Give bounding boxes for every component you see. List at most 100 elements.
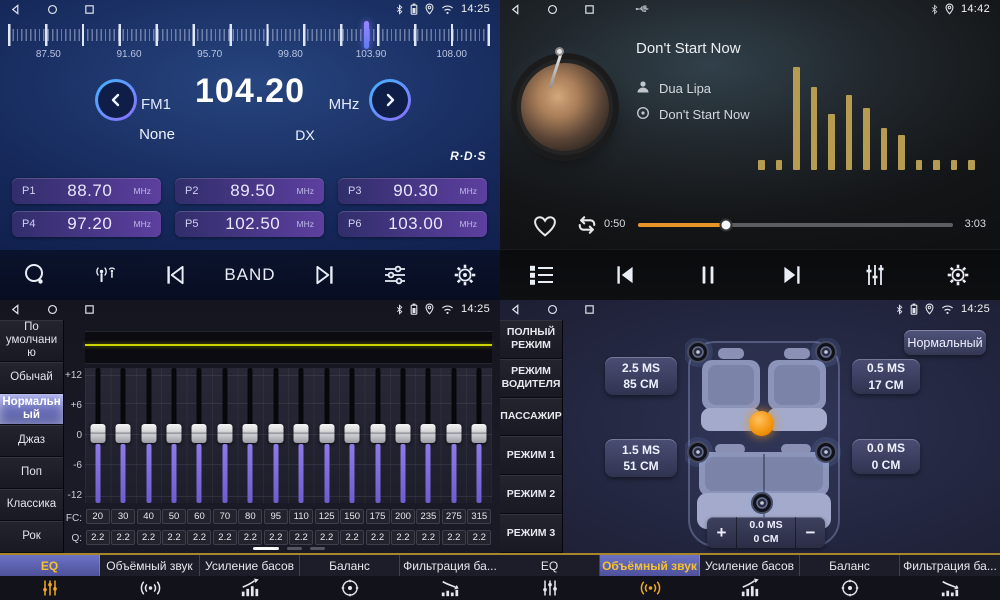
eq-preset-item[interactable]: Нормальный <box>0 394 63 426</box>
eq-band-slider[interactable] <box>441 368 466 503</box>
decrease-delay-button[interactable]: − <box>795 517 825 548</box>
bottom-tab[interactable]: Фильтрация ба... <box>900 555 1000 600</box>
tuner-dial[interactable] <box>8 24 492 46</box>
bottom-tab[interactable]: Баланс <box>300 555 400 600</box>
eq-band-slider[interactable] <box>289 368 314 503</box>
bottom-tab[interactable]: EQ <box>0 555 100 600</box>
audio-mode-item[interactable]: ПАССАЖИР <box>500 398 562 437</box>
page-dot[interactable] <box>253 547 279 550</box>
audio-mode-item[interactable]: РЕЖИМ 1 <box>500 436 562 475</box>
nav-back-icon[interactable] <box>10 304 21 315</box>
scan-button[interactable] <box>15 255 55 295</box>
eq-button[interactable] <box>855 255 895 295</box>
slider-knob[interactable] <box>116 424 131 443</box>
slider-knob[interactable] <box>294 424 309 443</box>
next-station-button[interactable] <box>305 255 345 295</box>
slider-knob[interactable] <box>192 424 207 443</box>
settings-button[interactable] <box>938 255 978 295</box>
prev-station-button[interactable] <box>155 255 195 295</box>
nav-home-icon[interactable] <box>547 4 558 15</box>
slider-knob[interactable] <box>268 424 283 443</box>
eq-preset-item[interactable]: Классика <box>0 489 63 521</box>
radio-preset-button[interactable]: P6 103.00 MHz <box>338 211 487 237</box>
slider-knob[interactable] <box>472 424 487 443</box>
audio-settings-button[interactable] <box>375 255 415 295</box>
slider-knob[interactable] <box>421 424 436 443</box>
broadcast-button[interactable] <box>85 255 125 295</box>
eq-band-slider[interactable] <box>136 368 161 503</box>
listener-position-dot[interactable] <box>749 411 774 436</box>
bottom-tab[interactable]: Фильтрация ба... <box>400 555 500 600</box>
eq-band-slider[interactable] <box>161 368 186 503</box>
radio-preset-button[interactable]: P5 102.50 MHz <box>175 211 324 237</box>
bottom-tab[interactable]: Усиление басов <box>200 555 300 600</box>
slider-knob[interactable] <box>345 424 360 443</box>
radio-preset-button[interactable]: P3 90.30 MHz <box>338 178 487 204</box>
eq-preset-item[interactable]: По умолчанию <box>0 320 63 362</box>
eq-band-slider[interactable] <box>467 368 492 503</box>
radio-preset-button[interactable]: P2 89.50 MHz <box>175 178 324 204</box>
nav-recents-icon[interactable] <box>584 4 595 15</box>
eq-preset-item[interactable]: Поп <box>0 457 63 489</box>
nav-recents-icon[interactable] <box>584 304 595 315</box>
delay-rear-right-button[interactable]: 0.0 MS 0 CM <box>852 439 920 474</box>
bottom-tab[interactable]: Объёмный звук <box>600 555 700 600</box>
playlist-button[interactable] <box>522 255 562 295</box>
slider-knob[interactable] <box>217 424 232 443</box>
favorite-button[interactable] <box>530 212 560 240</box>
prev-track-button[interactable] <box>605 255 645 295</box>
page-dot[interactable] <box>287 547 302 550</box>
eq-preset-item[interactable]: Рок <box>0 521 63 553</box>
nav-back-icon[interactable] <box>10 4 21 15</box>
eq-band-slider[interactable] <box>110 368 135 503</box>
eq-band-slider[interactable] <box>365 368 390 503</box>
slider-knob[interactable] <box>446 424 461 443</box>
eq-band-slider[interactable] <box>416 368 441 503</box>
radio-preset-button[interactable]: P4 97.20 MHz <box>12 211 161 237</box>
eq-band-slider[interactable] <box>212 368 237 503</box>
nav-recents-icon[interactable] <box>84 4 95 15</box>
nav-recents-icon[interactable] <box>84 304 95 315</box>
delay-front-right-button[interactable]: 0.5 MS 17 CM <box>852 359 920 394</box>
eq-preset-item[interactable]: Джаз <box>0 425 63 457</box>
nav-home-icon[interactable] <box>47 4 58 15</box>
surround-preset-button[interactable]: Нормальный <box>904 330 986 355</box>
eq-band-slider[interactable] <box>263 368 288 503</box>
progress-knob[interactable] <box>720 219 733 232</box>
nav-back-icon[interactable] <box>510 304 521 315</box>
eq-band-slider[interactable] <box>187 368 212 503</box>
next-track-button[interactable] <box>772 255 812 295</box>
page-dot[interactable] <box>310 547 325 550</box>
nav-home-icon[interactable] <box>547 304 558 315</box>
nav-back-icon[interactable] <box>510 4 521 15</box>
eq-preset-item[interactable]: Обычай <box>0 362 63 394</box>
slider-knob[interactable] <box>243 424 258 443</box>
audio-mode-item[interactable]: РЕЖИМ ВОДИТЕЛЯ <box>500 359 562 398</box>
slider-knob[interactable] <box>90 424 105 443</box>
audio-mode-item[interactable]: РЕЖИМ 3 <box>500 514 562 553</box>
slider-knob[interactable] <box>370 424 385 443</box>
nav-home-icon[interactable] <box>47 304 58 315</box>
bottom-tab[interactable]: Объёмный звук <box>100 555 200 600</box>
eq-band-slider[interactable] <box>85 368 110 503</box>
bottom-tab[interactable]: Усиление басов <box>700 555 800 600</box>
band-button[interactable]: BAND <box>224 265 275 285</box>
eq-band-slider[interactable] <box>314 368 339 503</box>
bottom-tab[interactable]: Баланс <box>800 555 900 600</box>
audio-mode-item[interactable]: РЕЖИМ 2 <box>500 475 562 514</box>
dial-indicator[interactable] <box>364 21 369 49</box>
bottom-tab[interactable]: EQ <box>500 555 600 600</box>
repeat-button[interactable] <box>572 211 602 239</box>
slider-knob[interactable] <box>319 424 334 443</box>
settings-button[interactable] <box>445 255 485 295</box>
delay-front-left-button[interactable]: 2.5 MS 85 CM <box>605 357 677 395</box>
seek-up-button[interactable] <box>369 79 411 121</box>
eq-band-slider[interactable] <box>390 368 415 503</box>
slider-knob[interactable] <box>141 424 156 443</box>
audio-mode-item[interactable]: ПОЛНЫЙ РЕЖИМ <box>500 320 562 359</box>
slider-knob[interactable] <box>167 424 182 443</box>
progress-bar[interactable] <box>638 223 953 227</box>
radio-preset-button[interactable]: P1 88.70 MHz <box>12 178 161 204</box>
slider-knob[interactable] <box>395 424 410 443</box>
delay-rear-left-button[interactable]: 1.5 MS 51 CM <box>605 439 677 477</box>
